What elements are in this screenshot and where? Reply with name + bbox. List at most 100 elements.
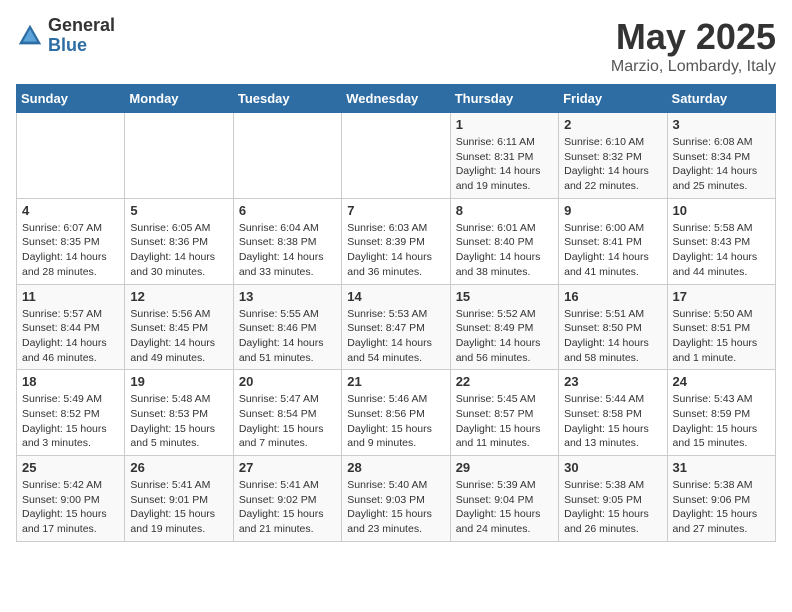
day-number: 18 bbox=[22, 374, 119, 389]
calendar-cell: 18 Sunrise: 5:49 AM Sunset: 8:52 PM Dayli… bbox=[17, 370, 125, 456]
calendar-cell: 29 Sunrise: 5:39 AM Sunset: 9:04 PM Dayli… bbox=[450, 456, 558, 542]
day-number: 13 bbox=[239, 289, 336, 304]
day-number: 30 bbox=[564, 460, 661, 475]
day-number: 31 bbox=[673, 460, 770, 475]
calendar-title: May 2025 bbox=[611, 16, 776, 58]
day-info: Sunrise: 5:40 AM Sunset: 9:03 PM Dayligh… bbox=[347, 478, 444, 537]
day-number: 6 bbox=[239, 203, 336, 218]
logo-general-text: General bbox=[48, 16, 115, 36]
day-info: Sunrise: 5:44 AM Sunset: 8:58 PM Dayligh… bbox=[564, 392, 661, 451]
day-info: Sunrise: 5:57 AM Sunset: 8:44 PM Dayligh… bbox=[22, 307, 119, 366]
day-number: 20 bbox=[239, 374, 336, 389]
day-number: 24 bbox=[673, 374, 770, 389]
calendar-cell bbox=[233, 113, 341, 199]
calendar-cell: 25 Sunrise: 5:42 AM Sunset: 9:00 PM Dayli… bbox=[17, 456, 125, 542]
calendar-cell: 23 Sunrise: 5:44 AM Sunset: 8:58 PM Dayli… bbox=[559, 370, 667, 456]
day-number: 26 bbox=[130, 460, 227, 475]
calendar-table: SundayMondayTuesdayWednesdayThursdayFrid… bbox=[16, 84, 776, 542]
week-row-5: 25 Sunrise: 5:42 AM Sunset: 9:00 PM Dayli… bbox=[17, 456, 776, 542]
day-info: Sunrise: 5:53 AM Sunset: 8:47 PM Dayligh… bbox=[347, 307, 444, 366]
day-info: Sunrise: 5:42 AM Sunset: 9:00 PM Dayligh… bbox=[22, 478, 119, 537]
day-info: Sunrise: 6:00 AM Sunset: 8:41 PM Dayligh… bbox=[564, 221, 661, 280]
day-info: Sunrise: 6:05 AM Sunset: 8:36 PM Dayligh… bbox=[130, 221, 227, 280]
day-number: 17 bbox=[673, 289, 770, 304]
day-info: Sunrise: 5:45 AM Sunset: 8:57 PM Dayligh… bbox=[456, 392, 553, 451]
day-header-wednesday: Wednesday bbox=[342, 85, 450, 113]
day-number: 28 bbox=[347, 460, 444, 475]
day-number: 3 bbox=[673, 117, 770, 132]
calendar-cell: 28 Sunrise: 5:40 AM Sunset: 9:03 PM Dayli… bbox=[342, 456, 450, 542]
title-block: May 2025 Marzio, Lombardy, Italy bbox=[611, 16, 776, 76]
day-info: Sunrise: 5:52 AM Sunset: 8:49 PM Dayligh… bbox=[456, 307, 553, 366]
week-row-3: 11 Sunrise: 5:57 AM Sunset: 8:44 PM Dayli… bbox=[17, 284, 776, 370]
day-info: Sunrise: 6:11 AM Sunset: 8:31 PM Dayligh… bbox=[456, 135, 553, 194]
day-info: Sunrise: 6:08 AM Sunset: 8:34 PM Dayligh… bbox=[673, 135, 770, 194]
calendar-cell: 30 Sunrise: 5:38 AM Sunset: 9:05 PM Dayli… bbox=[559, 456, 667, 542]
calendar-cell: 10 Sunrise: 5:58 AM Sunset: 8:43 PM Dayli… bbox=[667, 198, 775, 284]
day-header-tuesday: Tuesday bbox=[233, 85, 341, 113]
day-info: Sunrise: 6:04 AM Sunset: 8:38 PM Dayligh… bbox=[239, 221, 336, 280]
day-number: 11 bbox=[22, 289, 119, 304]
calendar-cell bbox=[342, 113, 450, 199]
week-row-2: 4Sunrise: 6:07 AM Sunset: 8:35 PM Daylig… bbox=[17, 198, 776, 284]
calendar-cell: 6 Sunrise: 6:04 AM Sunset: 8:38 PM Daylig… bbox=[233, 198, 341, 284]
day-number: 23 bbox=[564, 374, 661, 389]
day-info: Sunrise: 5:58 AM Sunset: 8:43 PM Dayligh… bbox=[673, 221, 770, 280]
day-number: 9 bbox=[564, 203, 661, 218]
calendar-cell: 11 Sunrise: 5:57 AM Sunset: 8:44 PM Dayli… bbox=[17, 284, 125, 370]
calendar-subtitle: Marzio, Lombardy, Italy bbox=[611, 58, 776, 76]
logo-icon bbox=[16, 22, 44, 50]
day-number: 14 bbox=[347, 289, 444, 304]
day-info: Sunrise: 5:41 AM Sunset: 9:02 PM Dayligh… bbox=[239, 478, 336, 537]
calendar-header-row: SundayMondayTuesdayWednesdayThursdayFrid… bbox=[17, 85, 776, 113]
calendar-cell: 7Sunrise: 6:03 AM Sunset: 8:39 PM Daylig… bbox=[342, 198, 450, 284]
day-header-thursday: Thursday bbox=[450, 85, 558, 113]
day-number: 5 bbox=[130, 203, 227, 218]
day-info: Sunrise: 5:43 AM Sunset: 8:59 PM Dayligh… bbox=[673, 392, 770, 451]
day-info: Sunrise: 5:38 AM Sunset: 9:06 PM Dayligh… bbox=[673, 478, 770, 537]
calendar-cell: 31 Sunrise: 5:38 AM Sunset: 9:06 PM Dayli… bbox=[667, 456, 775, 542]
day-info: Sunrise: 6:01 AM Sunset: 8:40 PM Dayligh… bbox=[456, 221, 553, 280]
day-number: 19 bbox=[130, 374, 227, 389]
day-number: 22 bbox=[456, 374, 553, 389]
logo: General Blue bbox=[16, 16, 115, 56]
calendar-cell: 22 Sunrise: 5:45 AM Sunset: 8:57 PM Dayli… bbox=[450, 370, 558, 456]
day-info: Sunrise: 5:38 AM Sunset: 9:05 PM Dayligh… bbox=[564, 478, 661, 537]
day-number: 25 bbox=[22, 460, 119, 475]
day-info: Sunrise: 5:51 AM Sunset: 8:50 PM Dayligh… bbox=[564, 307, 661, 366]
week-row-4: 18 Sunrise: 5:49 AM Sunset: 8:52 PM Dayli… bbox=[17, 370, 776, 456]
calendar-cell: 24 Sunrise: 5:43 AM Sunset: 8:59 PM Dayli… bbox=[667, 370, 775, 456]
day-info: Sunrise: 5:47 AM Sunset: 8:54 PM Dayligh… bbox=[239, 392, 336, 451]
calendar-cell: 2 Sunrise: 6:10 AM Sunset: 8:32 PM Daylig… bbox=[559, 113, 667, 199]
day-info: Sunrise: 6:10 AM Sunset: 8:32 PM Dayligh… bbox=[564, 135, 661, 194]
day-info: Sunrise: 6:03 AM Sunset: 8:39 PM Dayligh… bbox=[347, 221, 444, 280]
day-number: 2 bbox=[564, 117, 661, 132]
calendar-cell: 16 Sunrise: 5:51 AM Sunset: 8:50 PM Dayli… bbox=[559, 284, 667, 370]
day-header-monday: Monday bbox=[125, 85, 233, 113]
calendar-cell: 19Sunrise: 5:48 AM Sunset: 8:53 PM Dayli… bbox=[125, 370, 233, 456]
day-header-sunday: Sunday bbox=[17, 85, 125, 113]
calendar-cell bbox=[17, 113, 125, 199]
day-info: Sunrise: 5:41 AM Sunset: 9:01 PM Dayligh… bbox=[130, 478, 227, 537]
day-info: Sunrise: 5:49 AM Sunset: 8:52 PM Dayligh… bbox=[22, 392, 119, 451]
day-header-friday: Friday bbox=[559, 85, 667, 113]
calendar-cell: 12Sunrise: 5:56 AM Sunset: 8:45 PM Dayli… bbox=[125, 284, 233, 370]
day-number: 16 bbox=[564, 289, 661, 304]
day-info: Sunrise: 5:39 AM Sunset: 9:04 PM Dayligh… bbox=[456, 478, 553, 537]
calendar-cell: 20 Sunrise: 5:47 AM Sunset: 8:54 PM Dayli… bbox=[233, 370, 341, 456]
day-number: 12 bbox=[130, 289, 227, 304]
day-number: 29 bbox=[456, 460, 553, 475]
day-header-saturday: Saturday bbox=[667, 85, 775, 113]
calendar-cell: 9 Sunrise: 6:00 AM Sunset: 8:41 PM Daylig… bbox=[559, 198, 667, 284]
calendar-cell: 1Sunrise: 6:11 AM Sunset: 8:31 PM Daylig… bbox=[450, 113, 558, 199]
calendar-cell: 27 Sunrise: 5:41 AM Sunset: 9:02 PM Dayli… bbox=[233, 456, 341, 542]
calendar-cell: 4Sunrise: 6:07 AM Sunset: 8:35 PM Daylig… bbox=[17, 198, 125, 284]
day-info: Sunrise: 5:50 AM Sunset: 8:51 PM Dayligh… bbox=[673, 307, 770, 366]
day-info: Sunrise: 6:07 AM Sunset: 8:35 PM Dayligh… bbox=[22, 221, 119, 280]
calendar-cell: 13Sunrise: 5:55 AM Sunset: 8:46 PM Dayli… bbox=[233, 284, 341, 370]
page-header: General Blue May 2025 Marzio, Lombardy, … bbox=[16, 16, 776, 76]
day-number: 27 bbox=[239, 460, 336, 475]
day-number: 15 bbox=[456, 289, 553, 304]
day-number: 8 bbox=[456, 203, 553, 218]
day-number: 10 bbox=[673, 203, 770, 218]
